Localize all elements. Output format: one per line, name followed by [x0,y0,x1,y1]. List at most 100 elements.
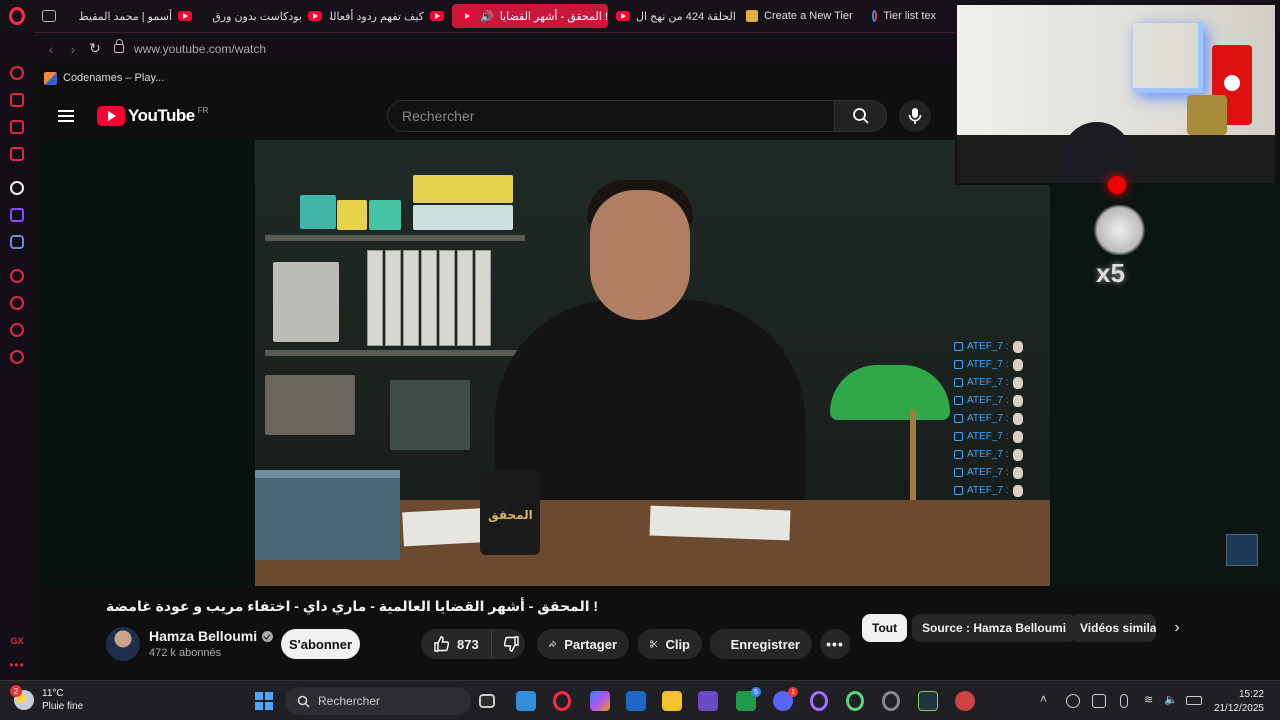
taskbar-search[interactable]: Rechercher [285,687,471,715]
search-input[interactable]: Rechercher [387,100,835,132]
share-button[interactable]: Partager [537,629,629,659]
book-stack [255,470,400,560]
weather-widget[interactable]: 2 11°C Pluie fine [10,685,83,713]
extensions-icon[interactable] [10,323,24,337]
chat-username: ATEF_7 : [967,485,1009,496]
browser-icon[interactable] [882,691,900,711]
chat-message: ATEF_7 : [954,483,1023,498]
twitch-icon [954,450,963,459]
search-icon [297,695,310,708]
tab-manager-button[interactable] [34,4,68,28]
more-horizontal-icon: ••• [826,636,844,652]
wifi-icon[interactable]: ≋ [1144,693,1158,707]
speed-dial-icon[interactable] [10,66,24,80]
tray-app-icon[interactable] [1066,694,1080,708]
video-title: المحقق - أشهر القضايا العالمية - ماري دا… [106,598,599,614]
binder [475,250,491,346]
game-icon[interactable] [918,691,938,711]
copilot-icon[interactable] [590,691,610,711]
bookmark-codenames[interactable]: Codenames – Play... [63,72,164,84]
tray-app-icon[interactable] [1092,694,1106,708]
excel-icon[interactable]: 5 [736,687,761,711]
voice-search-button[interactable] [899,100,931,132]
start-button[interactable] [255,692,273,710]
address-bar: ‹ › ↻ www.youtube.com/watch [34,32,956,64]
twitch-icon[interactable] [10,208,24,222]
sidebar-more-icon[interactable]: ••• [9,658,25,672]
system-clock[interactable]: 15:22 21/12/2025 [1208,688,1264,716]
aria-ai-icon[interactable] [10,181,24,195]
gx-corner-icon[interactable] [10,120,24,134]
region-code: FR [197,105,209,115]
messenger-icon[interactable] [10,147,24,161]
save-button[interactable]: Enregistrer [710,629,812,659]
search-bar: Rechercher [387,100,887,132]
app-icon[interactable] [955,691,975,711]
back-arrow-icon[interactable]: ‹ [40,41,62,57]
binder [385,250,401,346]
emote-icon [1012,340,1023,353]
browser-tab-active[interactable]: 🔊 المحقق - أشهر القضايا ! [452,4,608,28]
youtube-logo[interactable]: YouTube FR [97,106,208,126]
opera-air-icon[interactable] [846,691,864,711]
file-explorer-icon[interactable] [662,691,682,711]
like-count: 873 [457,636,479,652]
multiplier-label: x5 [1096,258,1125,288]
channel-name-text[interactable]: Hamza Belloumi [149,628,257,644]
opera-menu-button[interactable] [0,0,34,32]
opera-gx-icon[interactable] [553,691,571,711]
shelf-item [1187,95,1227,135]
app-icon[interactable] [698,691,718,711]
clip-button[interactable]: Clip [638,629,702,659]
search-button[interactable] [835,100,887,132]
browser-tab[interactable]: Create a New Tier [738,4,864,28]
weather-app-icon[interactable] [516,691,536,711]
youtube-favicon-icon [460,11,474,21]
more-actions-button[interactable]: ••• [820,629,850,659]
chip-related[interactable]: Vidéos similaires [1070,614,1156,642]
reload-icon[interactable]: ↻ [84,40,106,57]
channel-name[interactable]: Hamza Belloumi [149,628,274,644]
pencil-cup: المحقق [480,470,540,555]
player-icon[interactable] [10,269,24,283]
menu-icon[interactable] [58,110,74,122]
chip-source[interactable]: Source : Hamza Belloumi [912,614,1077,642]
browser-tab[interactable]: الحلقة 424 من نهج ال [608,4,738,28]
volume-icon[interactable]: 🔈 [1164,693,1178,707]
subscribe-button[interactable]: S'abonner [281,629,360,659]
forward-arrow-icon[interactable]: › [62,41,84,57]
like-button[interactable]: 873 [421,629,492,659]
browser-tab[interactable]: أسمو | محمد المقيط [68,4,200,28]
lock-icon[interactable] [114,39,124,53]
clock-time: 15:22 [1238,689,1264,700]
battery-icon[interactable] [1186,696,1202,705]
settings-icon[interactable] [10,350,24,364]
chevron-up-icon[interactable]: ˄ [1040,692,1054,706]
app-badge: 1 [788,687,798,697]
shelf-box [337,200,367,230]
bookshelf [265,235,525,241]
discord-icon[interactable] [10,235,24,249]
opera-icon[interactable] [810,691,828,711]
discord-icon[interactable]: 1 [773,687,798,711]
avatar[interactable] [106,627,140,661]
browser-tab[interactable]: بودكاست بدون ورق [200,4,330,28]
history-icon[interactable] [10,296,24,310]
task-view-icon[interactable] [479,694,495,708]
chat-message: ATEF_7 : [954,375,1023,390]
chevron-right-icon[interactable]: › [1166,617,1188,639]
google-favicon-icon [872,10,878,22]
gx-control-icon[interactable] [10,93,24,107]
mini-thumbnail [1226,534,1258,566]
chip-all[interactable]: Tout [862,614,908,642]
url-field[interactable]: www.youtube.com/watch [134,42,266,56]
store-icon[interactable] [626,691,646,711]
notification-badge: 2 [10,685,22,697]
video-player[interactable]: المحقق المحقق ATEF_7 : ATEF_7 : ATEF_7 :… [37,140,1050,586]
binder [421,250,437,346]
browser-tab[interactable]: Tier list tex [864,4,944,28]
microphone-icon[interactable] [1120,694,1128,708]
browser-tab[interactable]: كيف تفهم ردود أفعالك [330,4,452,28]
dislike-button[interactable] [500,629,525,659]
twitch-icon [954,378,963,387]
